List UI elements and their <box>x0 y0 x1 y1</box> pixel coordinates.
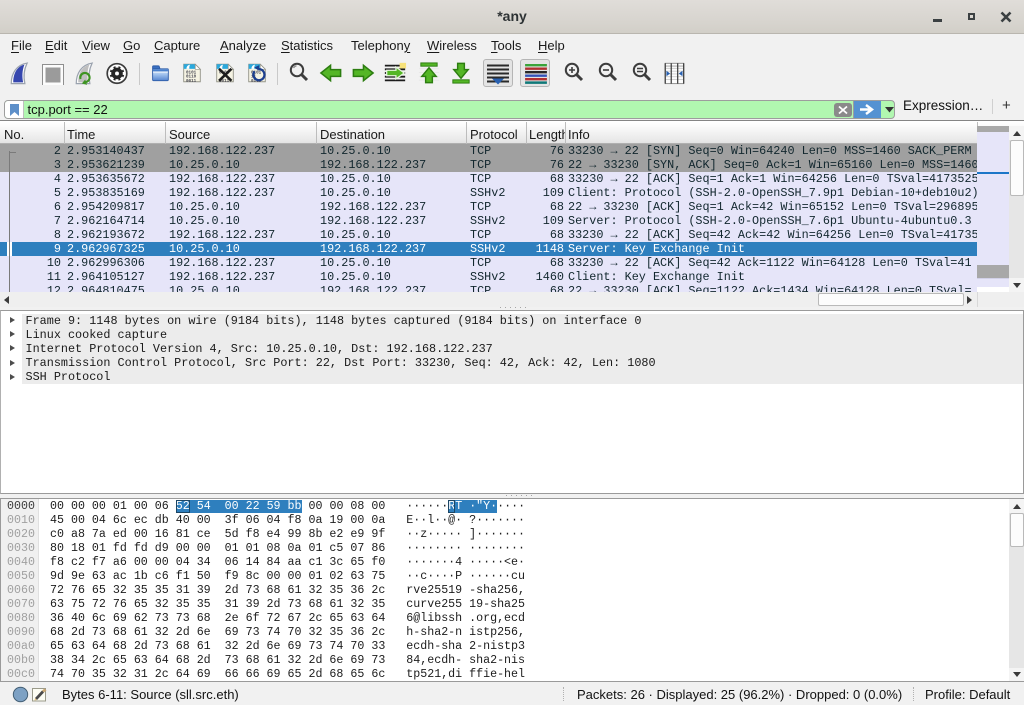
svg-text:0011: 0011 <box>186 79 197 84</box>
